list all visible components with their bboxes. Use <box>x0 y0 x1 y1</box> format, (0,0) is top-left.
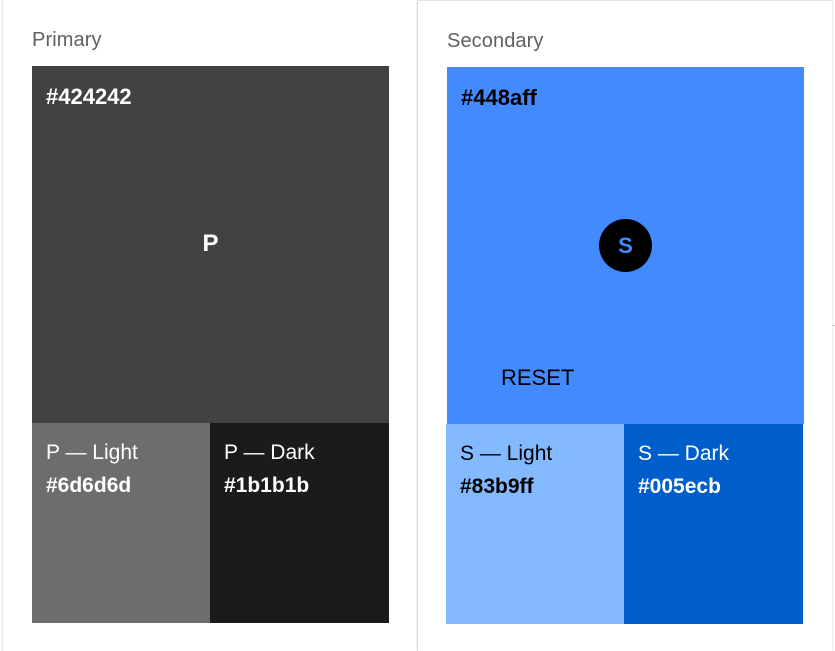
secondary-dark-swatch[interactable]: S — Dark #005ecb <box>624 424 803 624</box>
secondary-light-label: S — Light <box>460 442 553 465</box>
secondary-card: Secondary #448aff S RESET S — Light #83b… <box>418 0 832 651</box>
primary-main-hex: #424242 <box>46 84 132 109</box>
primary-dark-hex: #1b1b1b <box>224 474 310 497</box>
secondary-light-swatch[interactable]: S — Light #83b9ff <box>446 424 624 624</box>
secondary-main-swatch[interactable]: #448aff S RESET <box>447 67 804 424</box>
secondary-letter-badge[interactable]: S <box>599 219 652 272</box>
primary-dark-label: P — Dark <box>224 441 315 464</box>
secondary-main-hex: #448aff <box>461 85 537 110</box>
primary-light-label: P — Light <box>46 441 138 464</box>
secondary-light-hex: #83b9ff <box>460 475 534 498</box>
primary-dark-swatch[interactable]: P — Dark #1b1b1b <box>210 423 389 623</box>
primary-card: Primary #424242 P P — Light #6d6d6d P — … <box>2 0 417 651</box>
reset-button[interactable]: RESET <box>501 365 574 391</box>
primary-light-swatch[interactable]: P — Light #6d6d6d <box>32 423 210 623</box>
secondary-dark-label: S — Dark <box>638 442 730 465</box>
primary-main-swatch[interactable]: #424242 P <box>32 66 389 423</box>
palette-page: Primary #424242 P P — Light #6d6d6d P — … <box>0 0 835 651</box>
primary-title: Primary <box>32 29 102 51</box>
secondary-dark-hex: #005ecb <box>638 475 721 498</box>
secondary-title: Secondary <box>447 30 544 52</box>
primary-letter: P <box>202 230 219 257</box>
primary-light-hex: #6d6d6d <box>46 474 132 497</box>
